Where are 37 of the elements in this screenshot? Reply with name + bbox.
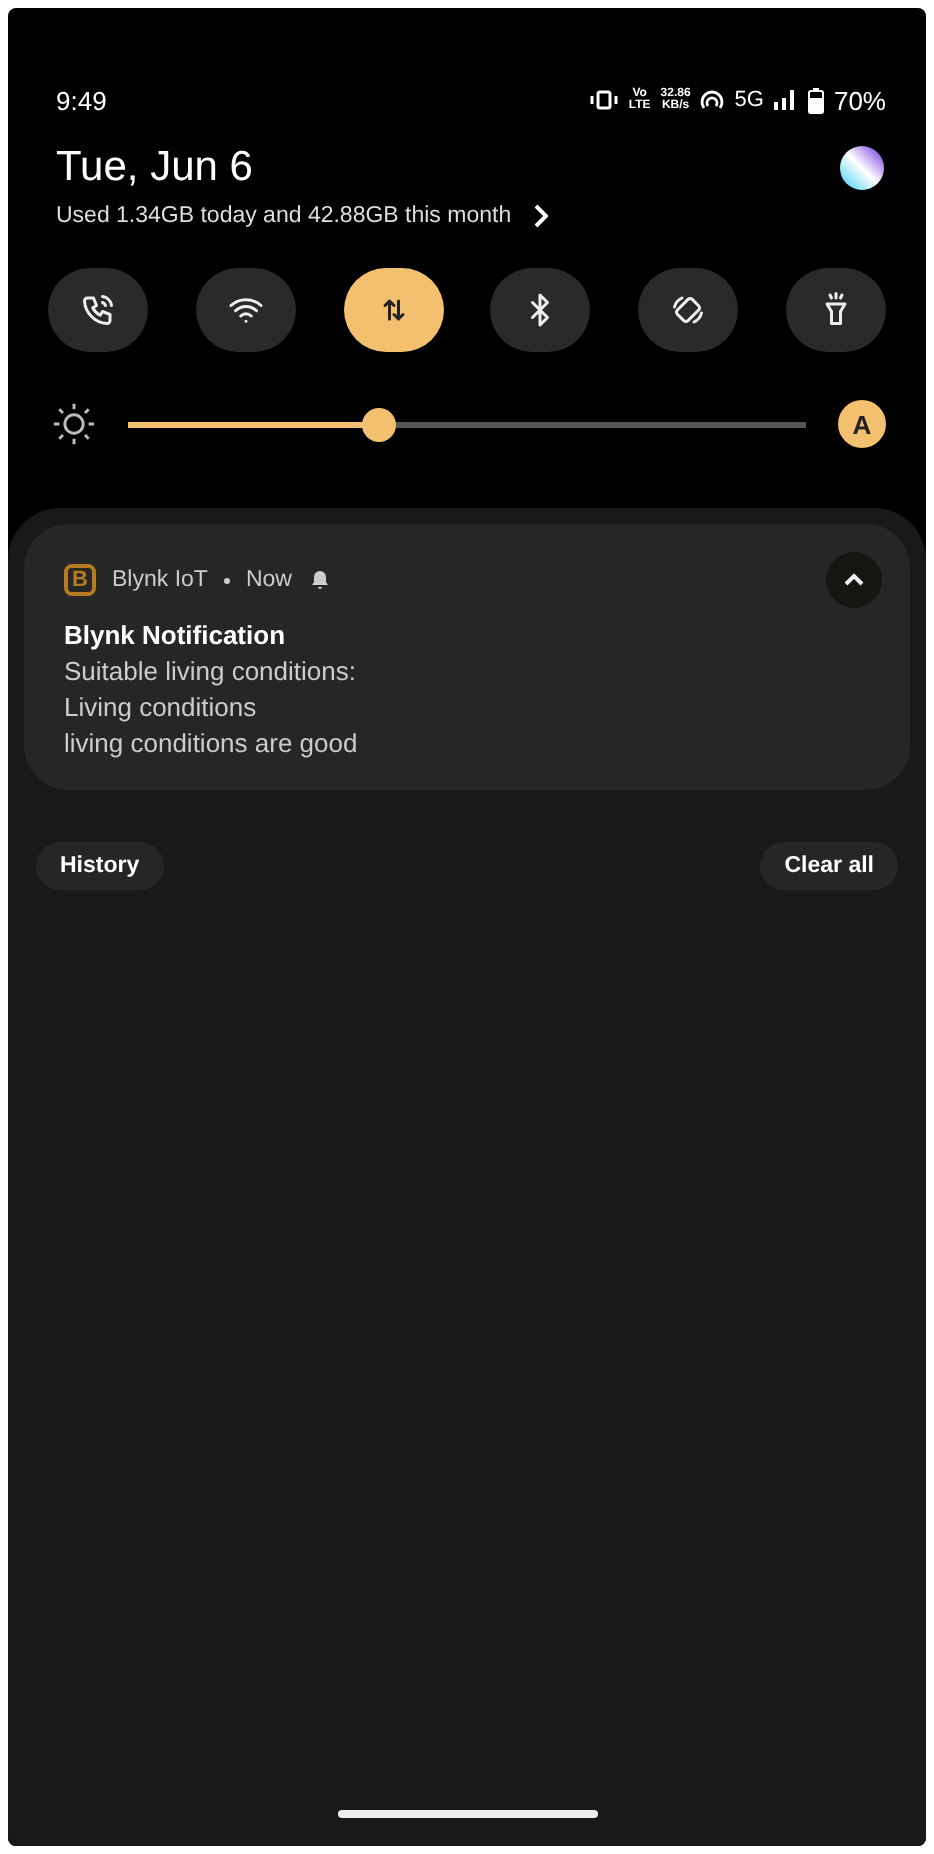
- brightness-icon: [52, 402, 96, 446]
- quick-setting-tile[interactable]: [48, 268, 148, 352]
- notification-card[interactable]: B Blynk IoT Now Blynk Notification Suitable living conditions: Living conditions living conditions are good: [24, 524, 910, 790]
- notification-text: Suitable living conditions:: [64, 656, 358, 686]
- date-text: Tue, Jun 6: [56, 144, 253, 192]
- quick-setting-tile[interactable]: [343, 268, 444, 352]
- battery-icon: [807, 87, 824, 113]
- data-usage-text: Used 1.34GB today and 42.88GB this month: [56, 204, 512, 228]
- notification-text: Living conditions: [64, 692, 259, 722]
- clock-time: 9:49: [56, 85, 107, 115]
- app-name: Blynk IoT: [112, 568, 208, 592]
- network-type: 5G: [734, 88, 764, 112]
- quick-setting-tile[interactable]: [490, 268, 591, 352]
- dot-icon: [223, 577, 230, 583]
- bell-icon: [307, 568, 332, 592]
- sphere-logo-icon: [838, 144, 886, 192]
- clear-all-button[interactable]: Clear all: [760, 842, 898, 890]
- battery-percent: 70%: [833, 85, 886, 115]
- notification-time: Now: [245, 568, 292, 592]
- notification-text: living conditions are good: [64, 728, 360, 758]
- collapse-button[interactable]: [826, 552, 882, 608]
- signal-icon: [773, 90, 798, 110]
- notification-title: Blynk Notification: [64, 620, 288, 650]
- quick-setting-tile[interactable]: [785, 268, 886, 352]
- wifi-icon: [227, 292, 264, 328]
- app-logo: B: [64, 564, 96, 596]
- history-button[interactable]: History: [36, 842, 164, 890]
- chevron-right-icon[interactable]: [531, 204, 548, 228]
- rotate-icon: [670, 292, 707, 328]
- quick-setting-tile[interactable]: [638, 268, 739, 352]
- slider-thumb[interactable]: [362, 407, 397, 441]
- quick-setting-tile[interactable]: [195, 268, 296, 352]
- chevron-up-icon: [844, 572, 864, 588]
- auto-brightness-button[interactable]: A: [838, 400, 886, 448]
- hotspot-icon: [700, 90, 725, 110]
- vibrate-icon: [590, 90, 619, 110]
- phone-icon: [80, 292, 116, 328]
